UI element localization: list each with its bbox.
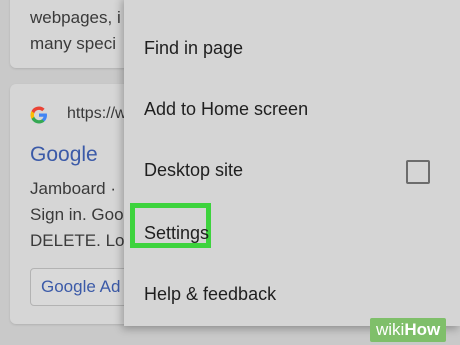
- desktop-site-checkbox[interactable]: [406, 160, 430, 184]
- result-snippet-line: Sign in. Goo: [30, 205, 124, 224]
- result-snippet-line: webpages, i: [30, 8, 121, 27]
- result-snippet-line: DELETE. Lo: [30, 231, 125, 250]
- result-title-link[interactable]: Google: [30, 143, 98, 167]
- result-snippet-line: many speci: [30, 34, 116, 53]
- result-url: https://w: [67, 105, 127, 122]
- sitelink-button[interactable]: Google Ad: [30, 268, 132, 306]
- menu-item-label: Add to Home screen: [144, 99, 309, 119]
- menu-item-label: Desktop site: [144, 160, 244, 180]
- menu-item-settings[interactable]: Settings: [124, 203, 460, 264]
- wikihow-watermark: wikiHow: [370, 318, 447, 342]
- menu-item-label: Settings: [144, 223, 210, 243]
- menu-item-label: Help & feedback: [144, 284, 277, 304]
- browser-overflow-menu: Find in page Add to Home screen Desktop …: [124, 0, 460, 326]
- google-favicon-icon: [30, 106, 48, 124]
- menu-item-label: Find in page: [144, 38, 244, 58]
- watermark-part2: How: [404, 320, 441, 339]
- menu-item-find-in-page[interactable]: Find in page: [124, 20, 460, 78]
- watermark-part1: wiki: [376, 320, 405, 339]
- menu-item-add-to-home-screen[interactable]: Add to Home screen: [124, 82, 460, 140]
- menu-item-desktop-site[interactable]: Desktop site: [124, 144, 460, 202]
- result-snippet-line: Jamboard ·: [30, 179, 116, 198]
